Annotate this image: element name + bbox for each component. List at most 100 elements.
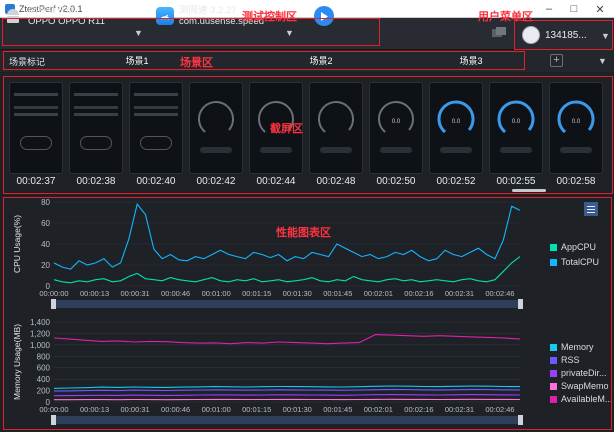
- screenshot-thumbnail[interactable]: 0.0: [549, 82, 603, 174]
- x-tick-label: 00:00:46: [161, 289, 190, 298]
- device-dropdown-icon[interactable]: ▼: [134, 28, 143, 38]
- x-tick-label: 00:02:01: [364, 289, 393, 298]
- screenshot-time: 00:02:48: [316, 176, 356, 187]
- series-line: [53, 385, 521, 389]
- x-tick-label: 00:00:46: [161, 405, 190, 414]
- control-area-caption: 测试控制区: [242, 10, 297, 23]
- screenshot-time: 00:02:52: [436, 176, 476, 187]
- minimize-icon[interactable]: –: [536, 0, 562, 18]
- screenshot-thumbnail[interactable]: [9, 82, 63, 174]
- x-tick-label: 00:02:31: [445, 405, 474, 414]
- speed-gauge-icon: [198, 101, 235, 153]
- x-tick-label: 00:01:30: [283, 405, 312, 414]
- svg-text:0.0: 0.0: [392, 119, 401, 125]
- x-tick-label: 00:00:00: [39, 289, 68, 298]
- user-dropdown-icon[interactable]: ▼: [601, 31, 610, 41]
- y-tick-label: 400: [37, 375, 51, 384]
- x-tick-label: 00:02:16: [404, 289, 433, 298]
- screenshot-time: 00:02:50: [376, 176, 416, 187]
- scene-3-segment[interactable]: 场景3: [422, 53, 520, 67]
- legend-totalcpu[interactable]: TotalCPU: [550, 257, 599, 267]
- screenshot-time: 00:02:40: [136, 176, 176, 187]
- y-tick-label: 20: [41, 261, 50, 270]
- y-tick-label: 800: [37, 352, 51, 361]
- y-axis-label: CPU Usage(%): [12, 215, 22, 273]
- y-tick-label: 60: [41, 219, 50, 228]
- screenshot-scrollbar[interactable]: [512, 189, 546, 192]
- x-tick-label: 00:01:45: [323, 289, 352, 298]
- app-dropdown-icon[interactable]: ▼: [285, 28, 294, 38]
- y-tick-label: 1,400: [30, 318, 51, 327]
- chart-area-caption: 性能图表区: [276, 226, 331, 239]
- add-scene-button[interactable]: +: [550, 54, 563, 67]
- speed-gauge-icon: 0.0: [497, 100, 535, 153]
- scene-dropdown-icon[interactable]: ▼: [598, 56, 607, 66]
- speed-gauge-icon: 0.0: [378, 101, 414, 153]
- avatar: [522, 26, 540, 44]
- x-tick-label: 00:00:31: [120, 289, 149, 298]
- screenshot-time: 00:02:42: [196, 176, 236, 187]
- android-icon: [7, 9, 19, 23]
- scene-2-segment[interactable]: 场景2: [220, 53, 422, 67]
- zoom-handle-right: [518, 415, 523, 425]
- maximize-icon[interactable]: □: [561, 0, 587, 18]
- screenshot-thumbnail[interactable]: 0.0: [369, 82, 423, 174]
- speed-gauge-icon: 0.0: [557, 100, 595, 153]
- speedtest-app-icon: [156, 7, 174, 25]
- screenshot-area-caption: 截屏区: [270, 122, 303, 135]
- scene-marker-label: 场景标记: [9, 57, 46, 67]
- screenshot-thumbnail[interactable]: 0.0: [429, 82, 483, 174]
- speed-gauge-icon: [318, 101, 354, 153]
- screenshot-thumbnail[interactable]: [309, 82, 363, 174]
- x-tick-label: 00:00:13: [80, 405, 109, 414]
- screenshot-time: 00:02:55: [496, 176, 536, 187]
- series-line: [53, 334, 521, 345]
- y-tick-label: 40: [41, 240, 50, 249]
- y-tick-label: 1,000: [30, 341, 51, 350]
- x-tick-label: 00:01:15: [242, 405, 271, 414]
- screenshot-thumbnail[interactable]: [69, 82, 123, 174]
- play-icon: [321, 11, 328, 21]
- legend-appcpu[interactable]: AppCPU: [550, 242, 596, 252]
- screen-cast-icon[interactable]: [492, 27, 506, 39]
- svg-text:0.0: 0.0: [572, 119, 581, 125]
- user-menu[interactable]: 134185...: [517, 22, 612, 48]
- screenshot-thumbnail[interactable]: 0.0: [489, 82, 543, 174]
- device-model: OPPO OPPO R11: [28, 16, 105, 27]
- x-tick-label: 00:02:31: [445, 289, 474, 298]
- x-tick-label: 00:01:00: [202, 405, 231, 414]
- zoom-navigator: [54, 416, 520, 424]
- legend-swap-memory[interactable]: SwapMemo: [550, 381, 609, 391]
- x-tick-label: 00:02:01: [364, 405, 393, 414]
- screenshot-thumbnail[interactable]: [129, 82, 183, 174]
- x-tick-label: 00:02:46: [485, 289, 514, 298]
- x-tick-label: 00:00:13: [80, 289, 109, 298]
- scene-area-caption: 场景区: [180, 56, 213, 69]
- legend-available-memory[interactable]: AvailableM...: [550, 394, 612, 404]
- start-test-button[interactable]: [314, 6, 334, 26]
- zoom-handle-left: [51, 415, 56, 425]
- screenshot-time: 00:02:38: [76, 176, 116, 187]
- series-line: [53, 394, 521, 397]
- device-selector[interactable]: OPPO R11 OPPO OPPO R11: [4, 3, 150, 29]
- screenshot-time: 00:02:37: [16, 176, 56, 187]
- zoom-navigator: [54, 300, 520, 308]
- x-tick-label: 00:01:15: [242, 289, 271, 298]
- device-name: OPPO R11: [28, 5, 75, 16]
- x-tick-label: 00:02:16: [404, 405, 433, 414]
- user-account: 134185...: [545, 29, 587, 41]
- close-icon[interactable]: ✕: [587, 0, 613, 18]
- svg-text:0.0: 0.0: [512, 119, 521, 125]
- y-axis-label: Memory Usage(MB): [12, 324, 22, 400]
- legend-rss[interactable]: RSS: [550, 355, 580, 365]
- y-tick-label: 80: [41, 198, 50, 207]
- legend-private-dirty[interactable]: privateDir...: [550, 368, 607, 378]
- x-tick-label: 00:01:30: [283, 289, 312, 298]
- x-tick-label: 00:01:00: [202, 289, 231, 298]
- y-tick-label: 1,200: [30, 329, 51, 338]
- zoom-handle-left: [51, 299, 56, 309]
- x-tick-label: 00:01:45: [323, 405, 352, 414]
- screenshot-thumbnail[interactable]: [189, 82, 243, 174]
- legend-memory[interactable]: Memory: [550, 342, 594, 352]
- x-tick-label: 00:00:00: [39, 405, 68, 414]
